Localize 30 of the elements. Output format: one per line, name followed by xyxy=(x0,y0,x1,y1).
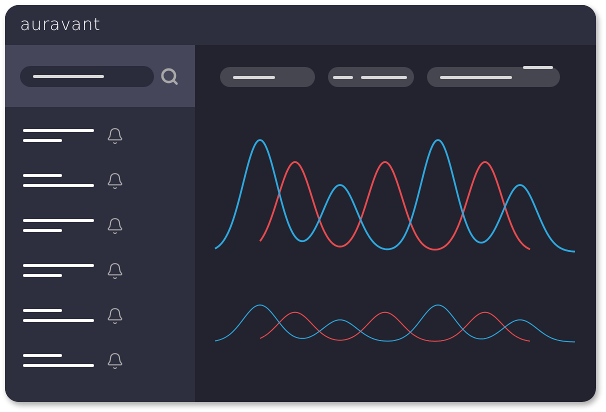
logo: auravant xyxy=(20,16,101,34)
search-field[interactable] xyxy=(20,66,154,86)
placeholder-line xyxy=(523,66,553,69)
filter-chip[interactable] xyxy=(328,67,414,87)
placeholder-line xyxy=(233,76,275,78)
filter-chip[interactable] xyxy=(220,67,315,87)
placeholder-line xyxy=(361,76,407,78)
bell-icon[interactable] xyxy=(106,216,124,234)
bell-icon[interactable] xyxy=(106,306,124,324)
search-icon[interactable] xyxy=(160,66,179,86)
placeholder-line xyxy=(23,274,62,277)
placeholder-line xyxy=(333,76,353,78)
placeholder-line xyxy=(440,76,512,78)
placeholder-line xyxy=(23,129,94,132)
placeholder-line xyxy=(23,319,94,322)
bell-icon[interactable] xyxy=(106,352,124,370)
bell-icon[interactable] xyxy=(106,126,124,144)
placeholder-line xyxy=(23,309,62,312)
placeholder-line xyxy=(23,364,94,367)
bell-icon[interactable] xyxy=(106,172,124,190)
placeholder-line xyxy=(23,174,62,177)
placeholder-line xyxy=(23,139,62,142)
placeholder-line xyxy=(23,264,94,267)
placeholder-line xyxy=(33,74,104,78)
placeholder-line xyxy=(23,184,94,187)
filter-chip[interactable] xyxy=(427,67,560,87)
placeholder-line xyxy=(23,229,62,232)
placeholder-line xyxy=(23,219,94,222)
placeholder-line xyxy=(23,354,62,357)
bell-icon[interactable] xyxy=(106,262,124,280)
